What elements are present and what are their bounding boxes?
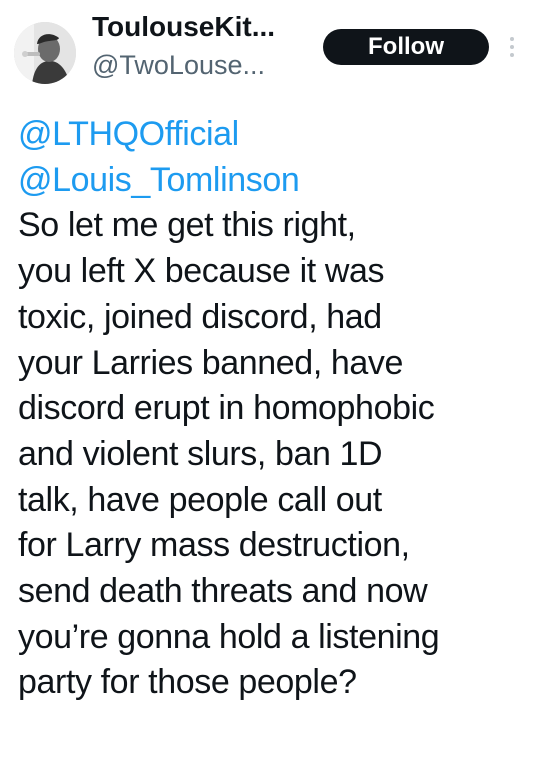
tweet-text-line: you’re gonna hold a listening: [18, 617, 440, 656]
user-handle[interactable]: @TwoLouse...: [92, 46, 310, 84]
mention-link[interactable]: @LTHQOfficial: [18, 112, 530, 158]
tweet-text-line: talk, have people call out: [18, 480, 382, 519]
more-vertical-icon[interactable]: [505, 34, 519, 60]
tweet-text-line: send death threats and now: [18, 572, 428, 611]
tweet-text-line: you left X because it was: [18, 252, 385, 291]
mention-link[interactable]: @Louis_Tomlinson: [18, 158, 530, 204]
avatar-image: [14, 22, 76, 84]
tweet-text-line: So let me get this right,: [18, 206, 356, 245]
tweet-text: @LTHQOfficial @Louis_Tomlinson So let me…: [18, 112, 530, 706]
tweet-text-line: for Larry mass destruction,: [18, 526, 410, 565]
display-name[interactable]: ToulouseKit...: [92, 8, 310, 46]
tweet-text-line: discord erupt in homophobic: [18, 389, 435, 428]
user-names: ToulouseKit... @TwoLouse...: [92, 8, 310, 84]
follow-button[interactable]: Follow: [323, 29, 489, 65]
avatar[interactable]: [14, 22, 76, 84]
tweet-text-line: party for those people?: [18, 663, 357, 702]
tweet-text-line: your Larries banned, have: [18, 343, 404, 382]
tweet-header: ToulouseKit... @TwoLouse... Follow: [0, 0, 540, 100]
tweet-text-line: and violent slurs, ban 1D: [18, 434, 383, 473]
tweet-text-line: toxic, joined discord, had: [18, 297, 382, 336]
